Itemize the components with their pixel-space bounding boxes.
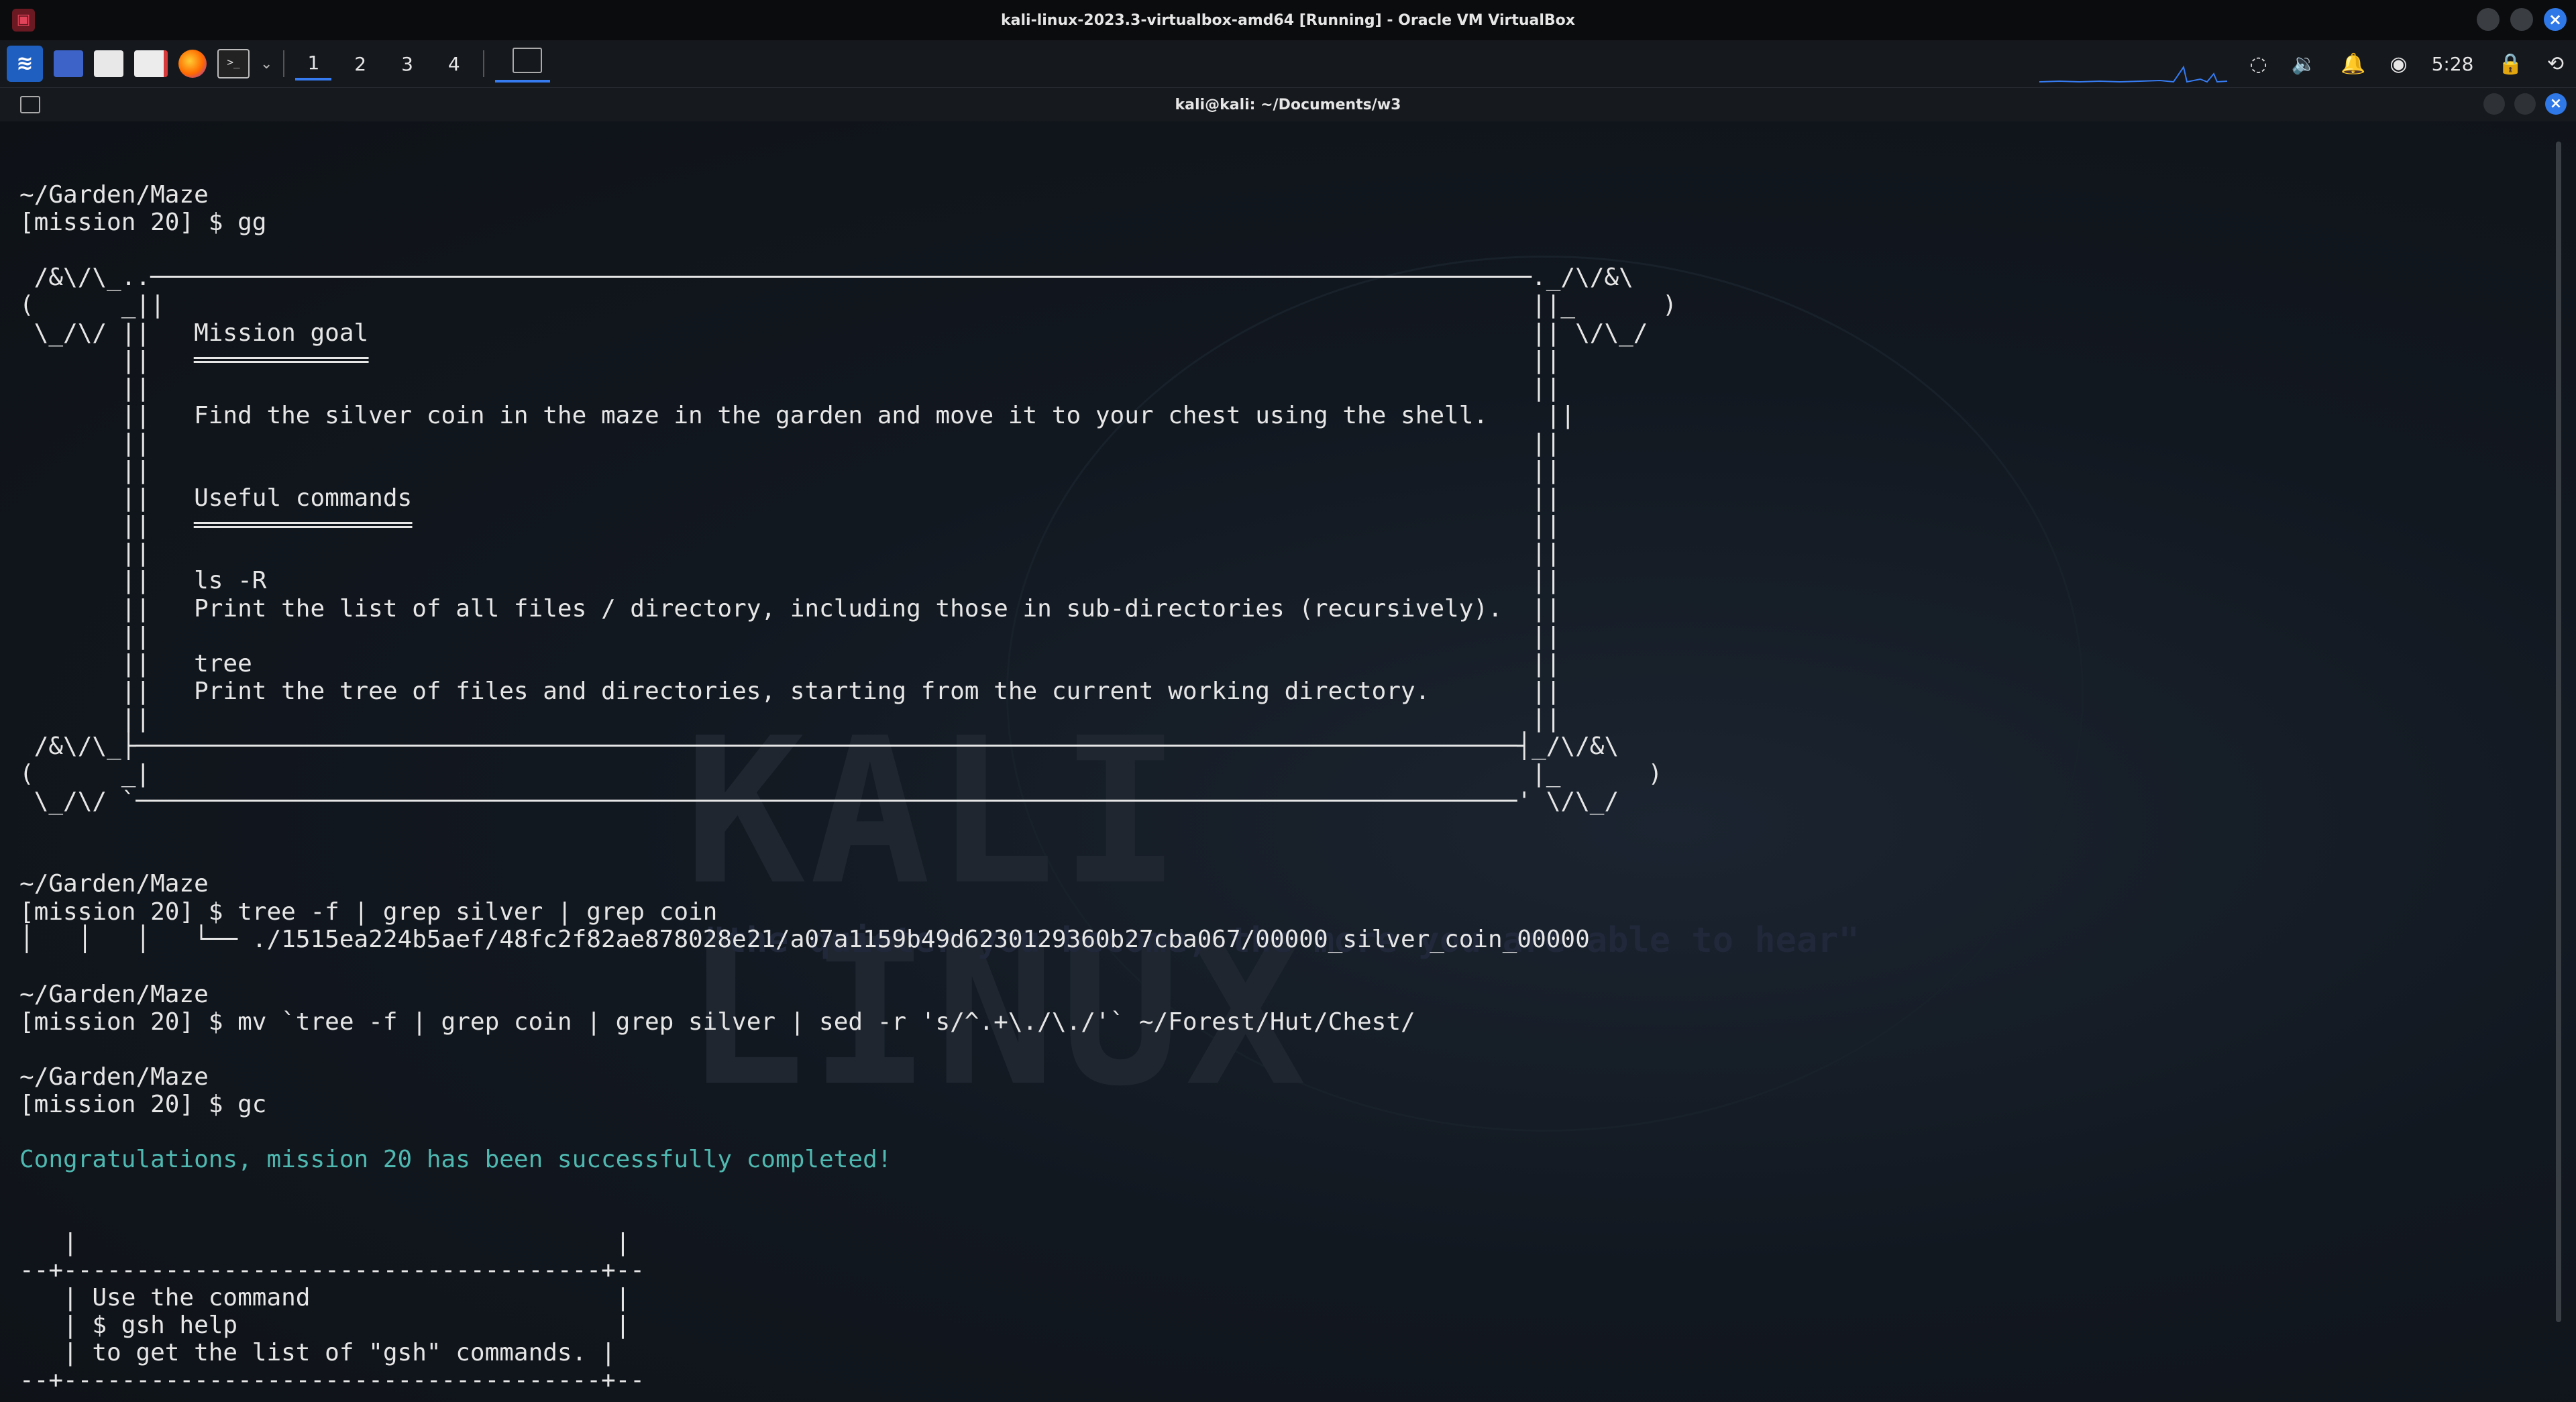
chevron-down-icon[interactable]: ⌄: [260, 56, 272, 72]
virtualbox-window-title: kali-linux-2023.3-virtualbox-amd64 [Runn…: [1001, 11, 1575, 29]
volume-icon[interactable]: 🔉: [2292, 52, 2316, 76]
terminal-line: [mission 20] $ tree -f | grep silver | g…: [19, 898, 718, 926]
panel-launchers: ≋ >_ ⌄ 1 2 3 4: [7, 45, 550, 83]
terminal-line: || Useful commands ||: [19, 484, 1561, 513]
lock-icon[interactable]: 🔒: [2498, 52, 2523, 76]
terminal-line: ~/Garden/Maze: [19, 181, 209, 209]
virtualbox-window-controls: ×: [2477, 8, 2567, 31]
terminal-line: || ════════════ ||: [19, 346, 1561, 374]
terminal-icon[interactable]: [54, 50, 83, 77]
terminal-window-icon: [512, 48, 542, 73]
cpu-graph: [2039, 65, 2227, 83]
terminal-line: [mission 20] $ gg: [19, 209, 267, 237]
terminal-line: ~/Garden/Maze: [19, 870, 209, 898]
close-button[interactable]: ×: [2545, 93, 2567, 115]
terminal-line: || ||: [19, 704, 1561, 733]
terminal-line: | to get the list of "gsh" commands. |: [19, 1339, 616, 1367]
terminal-line: || ||: [19, 374, 1561, 402]
workspace-3[interactable]: 3: [389, 49, 425, 79]
terminal-line: \_/\/ `─────────────────────────────────…: [19, 788, 1619, 816]
terminal-line: │ │ │ └── ./1515ea224b5aef/48fc2f82ae878…: [19, 925, 1590, 953]
network-icon[interactable]: ◌: [2250, 52, 2267, 76]
maximize-button[interactable]: [2514, 93, 2536, 115]
minimize-button[interactable]: [2483, 93, 2505, 115]
terminal-line: || ||: [19, 539, 1561, 568]
system-tray: ◌ 🔉 🔔 ◉ 5:28 🔒 ⟲: [2250, 46, 2564, 82]
terminal-window-controls: ×: [2483, 93, 2567, 115]
xfce-panel: ≋ >_ ⌄ 1 2 3 4 ◌ 🔉 🔔 ◉ 5:28 🔒 ⟲: [0, 40, 2576, 88]
terminal-line: \_/\/ || Mission goal || \/\_/: [19, 319, 1648, 347]
minimize-button[interactable]: [2477, 8, 2500, 31]
terminal-icon[interactable]: [20, 96, 40, 113]
terminal-line: | |: [19, 1228, 631, 1256]
terminal-line: || Find the silver coin in the maze in t…: [19, 401, 1576, 429]
terminal-line: ( _| |_ ): [19, 760, 1663, 788]
terminal-line: || ═══════════════ ||: [19, 512, 1561, 540]
maximize-button[interactable]: [2510, 8, 2533, 31]
terminal-line: | Use the command |: [19, 1283, 631, 1311]
terminal-window-title: kali@kali: ~/Documents/w3: [1175, 96, 1401, 113]
terminal-line: || ||: [19, 457, 1561, 485]
terminal-line: ~/Garden/Maze: [19, 980, 209, 1008]
notifications-icon[interactable]: 🔔: [2341, 52, 2365, 76]
workspace-4[interactable]: 4: [436, 49, 472, 79]
virtualbox-icon[interactable]: ▣: [12, 9, 35, 32]
virtualbox-titlebar: ▣ kali-linux-2023.3-virtualbox-amd64 [Ru…: [0, 0, 2576, 40]
terminal-line: || ls -R ||: [19, 567, 1561, 595]
terminal-line: ~/Garden/Maze: [19, 1063, 209, 1091]
terminal-emulator-icon[interactable]: >_: [217, 49, 250, 78]
scrollbar[interactable]: [2556, 142, 2561, 1322]
panel-separator: [482, 50, 484, 77]
terminal-line: [mission 20] $ gc: [19, 1091, 267, 1119]
terminal-line: ( _|| ||_ ): [19, 291, 1677, 319]
terminal-line: --+-------------------------------------…: [19, 1366, 645, 1395]
workspace-1[interactable]: 1: [295, 48, 332, 80]
file-manager-icon[interactable]: [94, 50, 123, 77]
logout-icon[interactable]: ⟲: [2547, 52, 2564, 76]
terminal-titlebar: kali@kali: ~/Documents/w3 ×: [0, 88, 2576, 121]
power-icon[interactable]: ◉: [2390, 52, 2407, 76]
screen: ▣ kali-linux-2023.3-virtualbox-amd64 [Ru…: [0, 0, 2576, 1402]
terminal-line: | $ gsh help |: [19, 1311, 631, 1339]
terminal-body[interactable]: KALI LINUX "the quieter you become, the …: [0, 121, 2576, 1402]
terminal-line: || tree ||: [19, 649, 1561, 678]
text-editor-icon[interactable]: [134, 50, 168, 77]
clock[interactable]: 5:28: [2432, 53, 2474, 75]
close-button[interactable]: ×: [2544, 8, 2567, 31]
terminal-line: /&\/\_..────────────────────────────────…: [19, 264, 1633, 292]
terminal-line: --+-------------------------------------…: [19, 1256, 645, 1284]
terminal-line: [mission 20] $ mv `tree -f | grep coin |…: [19, 1008, 1415, 1036]
terminal-line: || Print the list of all files / directo…: [19, 594, 1561, 623]
terminal-line: Congratulations, mission 20 has been suc…: [19, 1146, 892, 1174]
terminal-line: || ||: [19, 622, 1561, 650]
panel-separator: [283, 50, 285, 77]
terminal-output[interactable]: ~/Garden/Maze [mission 20] $ gg /&\/\_..─…: [19, 154, 1677, 1394]
firefox-icon[interactable]: [178, 50, 207, 78]
workspace-2[interactable]: 2: [342, 49, 378, 79]
terminal-line: || ||: [19, 429, 1561, 457]
terminal-line: || Print the tree of files and directori…: [19, 677, 1561, 705]
taskbar-terminal-button[interactable]: [494, 45, 550, 83]
kali-menu-icon[interactable]: ≋: [7, 46, 43, 82]
terminal-line: /&\/\_├─────────────────────────────────…: [19, 732, 1619, 760]
